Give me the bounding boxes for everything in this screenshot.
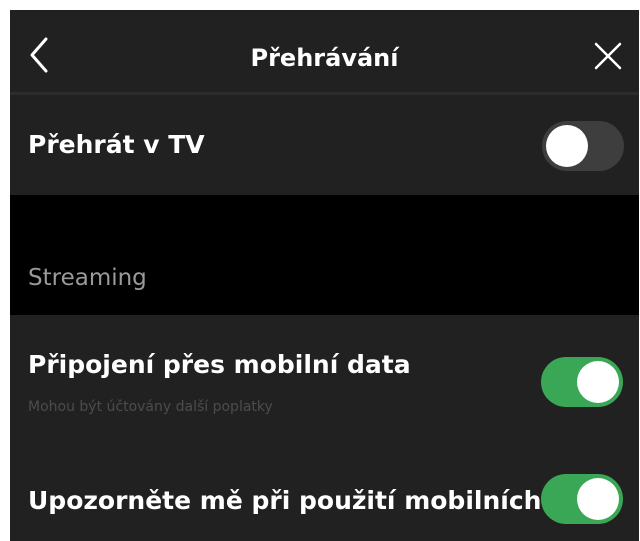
toggle-knob <box>577 361 619 403</box>
header-bar: Přehrávání <box>10 10 639 95</box>
page-title: Přehrávání <box>250 44 399 72</box>
mobile-warning-label: Upozorněte mě při použití mobilních... <box>28 486 570 515</box>
toggle-knob <box>577 478 619 520</box>
settings-screen: Přehrávání Přehrát v TV Streaming Připoj… <box>10 10 639 541</box>
close-button[interactable] <box>593 41 623 71</box>
section-label-streaming: Streaming <box>28 265 147 291</box>
play-on-tv-label: Přehrát v TV <box>28 130 205 159</box>
mobile-warning-toggle[interactable] <box>541 474 623 524</box>
mobile-data-row[interactable]: Připojení přes mobilní data Mohou být úč… <box>10 315 639 437</box>
play-on-tv-toggle[interactable] <box>542 121 624 171</box>
mobile-data-sublabel: Mohou být účtovány další poplatky <box>28 399 273 415</box>
close-icon <box>594 42 622 70</box>
section-header-streaming: Streaming <box>10 195 639 315</box>
toggle-knob <box>546 125 588 167</box>
mobile-data-label: Připojení přes mobilní data <box>28 350 411 379</box>
mobile-warning-row[interactable]: Upozorněte mě při použití mobilních... <box>10 437 639 541</box>
play-on-tv-row[interactable]: Přehrát v TV <box>10 95 639 195</box>
mobile-data-toggle[interactable] <box>541 357 623 407</box>
